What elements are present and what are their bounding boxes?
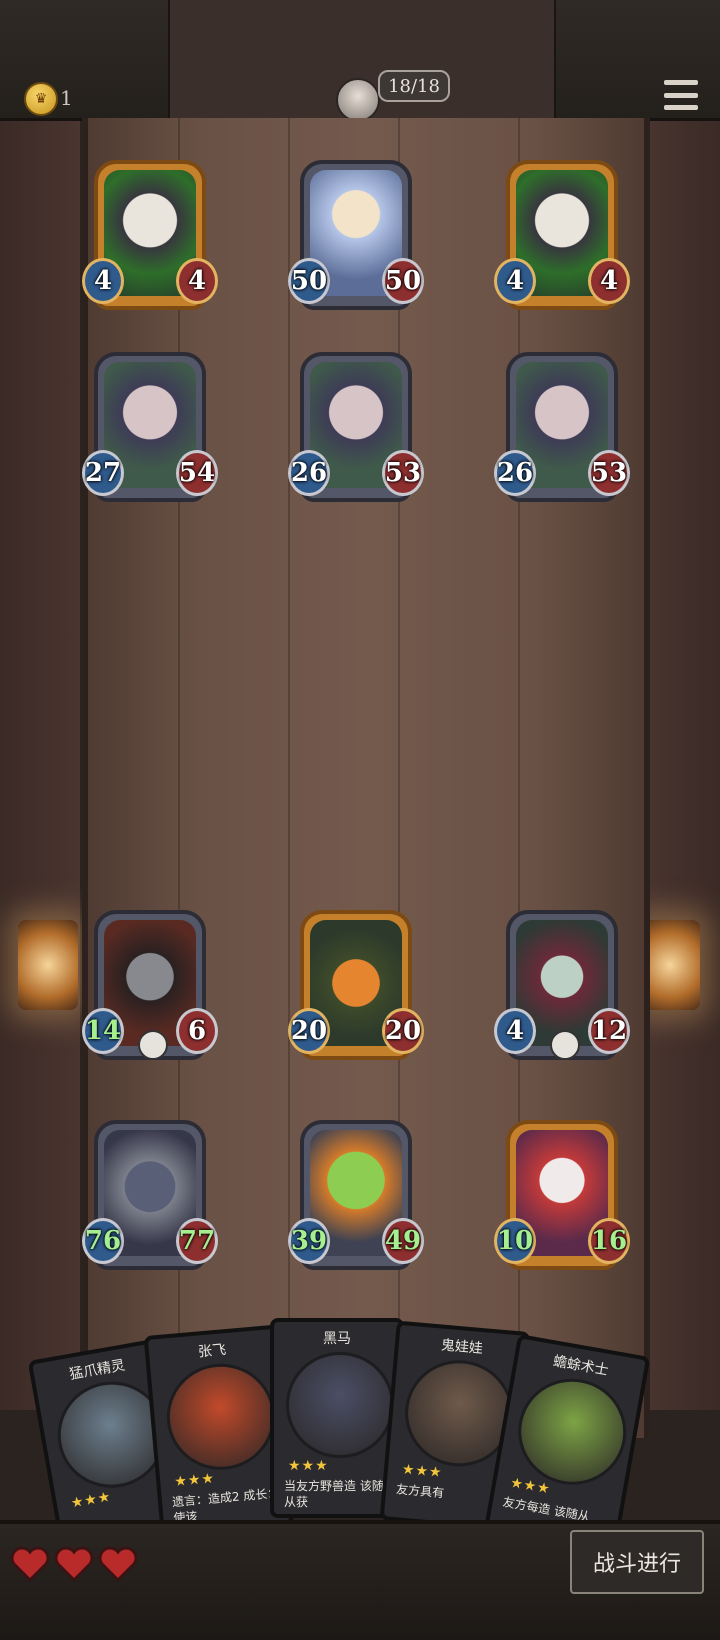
heart-icon [98,1546,138,1583]
player-pumpkin-unit[interactable]: 20 20 [288,910,424,1068]
attack-badge: 26 [288,450,330,496]
card-art [286,1352,394,1458]
attack-badge: 27 [82,450,124,496]
health-badge: 53 [588,450,630,496]
card-stars: ★★★ [401,1461,444,1482]
player-clown-unit[interactable]: 10 16 [494,1120,630,1278]
attack-badge: 26 [494,450,536,496]
game-scene: ♛ 1 18/18 4 4 50 50 4 4 27 54 26 53 26 5… [0,0,720,1640]
turn-bubble: 18/18 [378,70,450,102]
bookshelf-right [640,110,720,1410]
attack-badge: 50 [288,258,330,304]
top-bar: ♛ 1 18/18 [0,0,720,127]
skull-icon [138,1030,168,1060]
card-stars: ★★★ [173,1470,216,1491]
health-badge: 49 [382,1218,424,1264]
attack-badge: 39 [288,1218,330,1264]
enemy-ogre-unit[interactable]: 26 53 [494,352,630,510]
attack-badge: 10 [494,1218,536,1264]
player-raccoon-unit[interactable]: 14 6 [82,910,218,1068]
health-badge: 54 [176,450,218,496]
attack-badge: 4 [494,1008,536,1054]
attack-badge: 4 [82,258,124,304]
health-badge: 4 [588,258,630,304]
card-art [509,1370,635,1494]
card-art [162,1359,280,1475]
card-description: 当友方野兽造 该随从获 [284,1479,384,1509]
player-horse-unit[interactable]: 76 77 [82,1120,218,1278]
coin-icon: ♛ [24,82,58,116]
fight-button[interactable]: 战斗进行 [570,1530,704,1594]
enemy-skull-unit[interactable]: 4 4 [82,160,218,318]
attack-badge: 14 [82,1008,124,1054]
heart-icon [54,1546,94,1583]
coin-count: 1 [60,86,73,110]
attack-badge: 4 [494,258,536,304]
skull-icon [550,1030,580,1060]
enemy-ogre-unit[interactable]: 26 53 [288,352,424,510]
opponent-avatar[interactable] [336,78,380,122]
enemy-ogre-unit[interactable]: 27 54 [82,352,218,510]
card-name: 黑马 [323,1331,351,1347]
player-frog-unit[interactable]: 39 49 [288,1120,424,1278]
menu-icon[interactable] [664,80,698,110]
health-badge: 4 [176,258,218,304]
health-badge: 6 [176,1008,218,1054]
card-stars: ★★★ [509,1474,552,1498]
bookshelf-left [0,110,80,1410]
card-stars: ★★★ [288,1458,329,1474]
health-badge: 77 [176,1218,218,1264]
enemy-skull-unit[interactable]: 4 4 [494,160,630,318]
attack-badge: 20 [288,1008,330,1054]
attack-badge: 76 [82,1218,124,1264]
card-name: 张飞 [197,1342,227,1361]
health-badge: 12 [588,1008,630,1054]
health-badge: 50 [382,258,424,304]
player-witch-unit[interactable]: 4 12 [494,910,630,1068]
heart-icon [10,1546,50,1583]
health-badge: 53 [382,450,424,496]
lamp-left [18,920,78,1010]
health-badge: 20 [382,1008,424,1054]
enemy-princess-unit[interactable]: 50 50 [288,160,424,318]
card-stars: ★★★ [69,1488,113,1512]
health-badge: 16 [588,1218,630,1264]
card-name: 鬼娃娃 [440,1337,484,1358]
